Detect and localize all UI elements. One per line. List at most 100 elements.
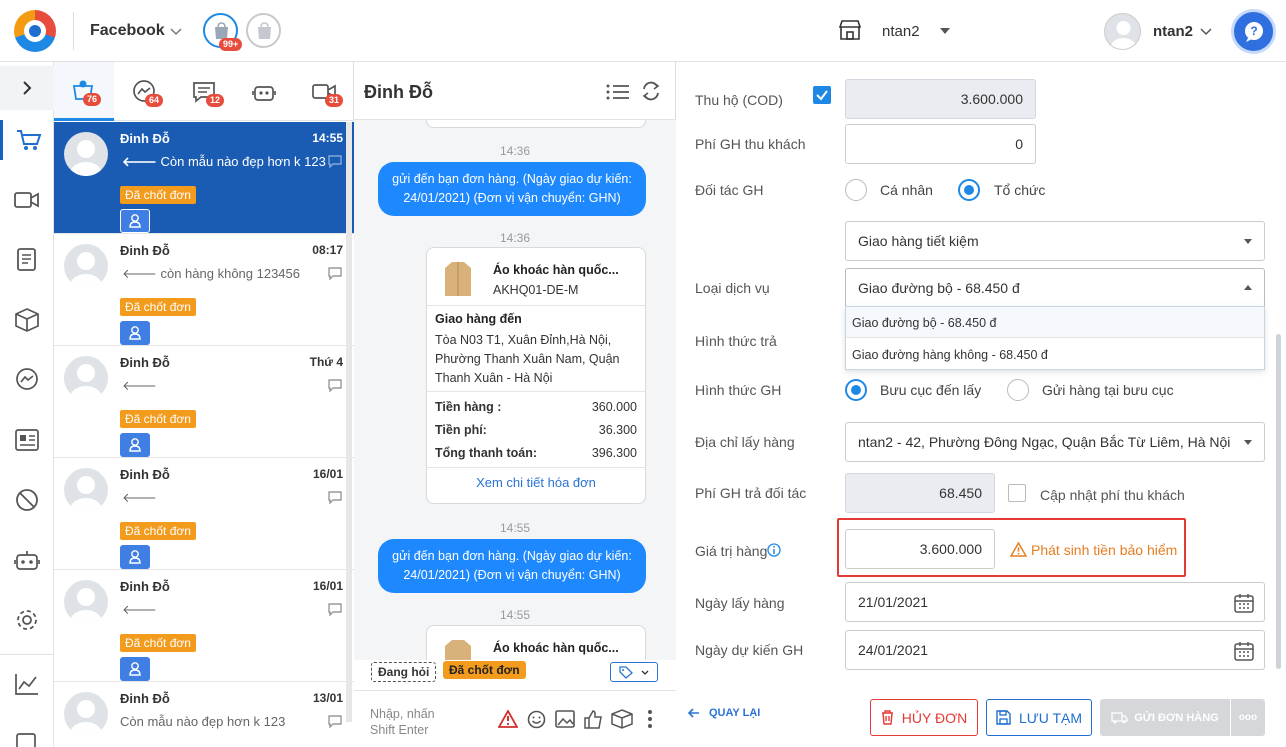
image-icon[interactable]	[555, 710, 575, 728]
shop-switch-button[interactable]: 99+	[203, 13, 243, 51]
partner-individual-radio[interactable]	[845, 179, 867, 201]
assign-user-button[interactable]	[120, 321, 150, 345]
conversation-scrollbar[interactable]	[346, 122, 352, 722]
conversation-snippet: 🡐 Còn mẫu nào đẹp hơn k 123	[122, 154, 326, 169]
list-icon[interactable]	[606, 83, 630, 101]
cod-checkbox[interactable]	[813, 86, 831, 104]
info-icon[interactable]	[767, 543, 781, 557]
conversation-item[interactable]: Đinh Đỗ 16/01 🡐 Đã chốt đơn	[54, 458, 354, 570]
conversation-item[interactable]: Đinh Đỗ 08:17 🡐 còn hàng không 123456 Đã…	[54, 234, 354, 346]
partner-organization-radio[interactable]	[958, 179, 980, 201]
tab-messenger[interactable]: 64	[114, 62, 174, 121]
tag-closed[interactable]: Đã chốt đơn	[443, 661, 526, 679]
nav-extra[interactable]	[0, 722, 54, 747]
caret-down-icon[interactable]	[940, 28, 950, 34]
save-draft-button[interactable]: LƯU TẠM	[986, 699, 1092, 736]
user-avatar[interactable]	[1104, 13, 1141, 50]
goods-value-input[interactable]: 3.600.000	[845, 529, 995, 569]
chevron-down-icon[interactable]	[1200, 28, 1212, 36]
nav-messenger[interactable]	[0, 360, 54, 400]
warning-icon[interactable]	[498, 710, 518, 728]
pickup-date-input[interactable]: 21/01/2021	[845, 582, 1265, 622]
method-label: Hình thức GH	[695, 382, 782, 398]
conversation-item[interactable]: Đinh Đỗ 16/01 🡐 Đã chốt đơn	[54, 570, 354, 682]
tab-comments[interactable]: 12	[174, 62, 234, 121]
tab-comments-count: 12	[206, 94, 225, 107]
chevron-down-icon[interactable]	[170, 28, 182, 36]
partner-fee-input[interactable]: 68.450	[845, 473, 995, 513]
service-option[interactable]: Giao đường hàng không - 68.450 đ	[846, 339, 1264, 370]
tag-asking[interactable]: Đang hỏi	[371, 662, 437, 682]
chevron-right-icon	[23, 81, 32, 95]
method-dropoff-radio[interactable]	[1007, 379, 1029, 401]
form-scrollbar[interactable]	[1276, 334, 1281, 669]
delivery-date-input[interactable]: 24/01/2021	[845, 630, 1265, 670]
platform-selector[interactable]: Facebook	[90, 22, 165, 40]
nav-reports[interactable]	[0, 664, 54, 704]
video-camera-icon	[14, 192, 39, 208]
expand-nav-button[interactable]	[0, 66, 54, 110]
assign-user-button[interactable]	[120, 545, 150, 569]
nav-products[interactable]	[0, 300, 54, 340]
chat-panel: Đinh Đỗ 14:36 gửi đến bạn đơn hàng. (Ngà…	[354, 62, 676, 747]
conversation-snippet: 🡐	[122, 378, 157, 393]
send-order-button[interactable]: GỬI ĐƠN HÀNG	[1100, 699, 1230, 736]
tab-bot[interactable]	[234, 62, 294, 121]
avatar	[64, 692, 108, 736]
service-option[interactable]: Giao đường bộ - 68.450 đ	[846, 307, 1264, 338]
like-icon[interactable]	[583, 709, 603, 729]
nav-livestream[interactable]	[0, 180, 54, 220]
assign-user-button[interactable]	[120, 209, 150, 233]
top-bar: Facebook 99+ ntan2 ntan2 ?	[0, 0, 1286, 62]
user-name[interactable]: ntan2	[1153, 23, 1193, 40]
cod-amount-input[interactable]: 3.600.000	[845, 79, 1036, 119]
nav-settings[interactable]	[0, 600, 54, 640]
user-icon	[129, 550, 141, 564]
carrier-select[interactable]: Giao hàng tiết kiệm	[845, 221, 1265, 261]
tab-video[interactable]: 31	[294, 62, 354, 121]
service-select[interactable]: Giao đường bộ - 68.450 đ	[845, 268, 1265, 308]
view-invoice-link[interactable]: Xem chi tiết hóa đơn	[427, 472, 645, 494]
calendar-icon[interactable]	[1234, 641, 1254, 661]
method-dropoff-label: Gửi hàng tại bưu cục	[1042, 382, 1174, 398]
refresh-icon[interactable]	[641, 81, 661, 101]
assign-user-button[interactable]	[120, 657, 150, 681]
nav-orders[interactable]	[0, 120, 54, 160]
message-input[interactable]: Nhập, nhấn Shift Enter	[370, 706, 435, 738]
comment-icon	[328, 155, 342, 168]
shipfee-customer-input[interactable]: 0	[845, 124, 1036, 164]
update-fee-checkbox[interactable]	[1008, 484, 1026, 502]
app-logo[interactable]	[14, 10, 56, 52]
nav-bot[interactable]	[0, 540, 54, 580]
shop-switch-button-2[interactable]	[246, 13, 281, 48]
package-icon[interactable]	[611, 709, 633, 729]
conversation-item[interactable]: Đinh Đỗ 13/01 Còn mẫu nào đẹp hơn k 123	[54, 682, 354, 747]
tag-dropdown[interactable]	[610, 662, 658, 682]
support-button[interactable]: ?	[1231, 9, 1276, 54]
shop-badge: 99+	[219, 38, 243, 51]
shop-name[interactable]: ntan2	[882, 23, 920, 40]
more-actions-button[interactable]: ooo	[1231, 699, 1265, 736]
back-button[interactable]: QUAY LẠI	[688, 707, 760, 719]
ship-to-label: Giao hàng đến	[435, 312, 522, 326]
calendar-icon[interactable]	[1234, 593, 1254, 613]
fee-row: Tiền phí: 36.300	[435, 422, 637, 437]
conversation-snippet: 🡐 còn hàng không 123456	[122, 266, 300, 281]
conversation-name: Đinh Đỗ	[120, 467, 170, 482]
comment-icon	[328, 491, 342, 504]
nav-posts[interactable]	[0, 240, 54, 280]
cancel-order-button[interactable]: HỦY ĐƠN	[870, 699, 978, 736]
tab-orders[interactable]: 76	[54, 62, 114, 121]
store-icon	[838, 20, 862, 40]
messenger-icon	[16, 368, 38, 390]
method-pickup-radio[interactable]	[845, 379, 867, 401]
more-vertical-icon[interactable]	[647, 709, 653, 729]
pickup-address-select[interactable]: ntan2 - 42, Phường Đông Ngạc, Quận Bắc T…	[845, 422, 1265, 462]
conversation-item[interactable]: Đinh Đỗ 14:55 🡐 Còn mẫu nào đẹp hơn k 12…	[54, 122, 354, 234]
nav-blocked[interactable]	[0, 480, 54, 520]
tag-icon	[619, 666, 633, 679]
emoji-icon[interactable]	[527, 710, 546, 729]
assign-user-button[interactable]	[120, 433, 150, 457]
conversation-item[interactable]: Đinh Đỗ Thứ 4 🡐 Đã chốt đơn	[54, 346, 354, 458]
nav-customers[interactable]	[0, 420, 54, 460]
